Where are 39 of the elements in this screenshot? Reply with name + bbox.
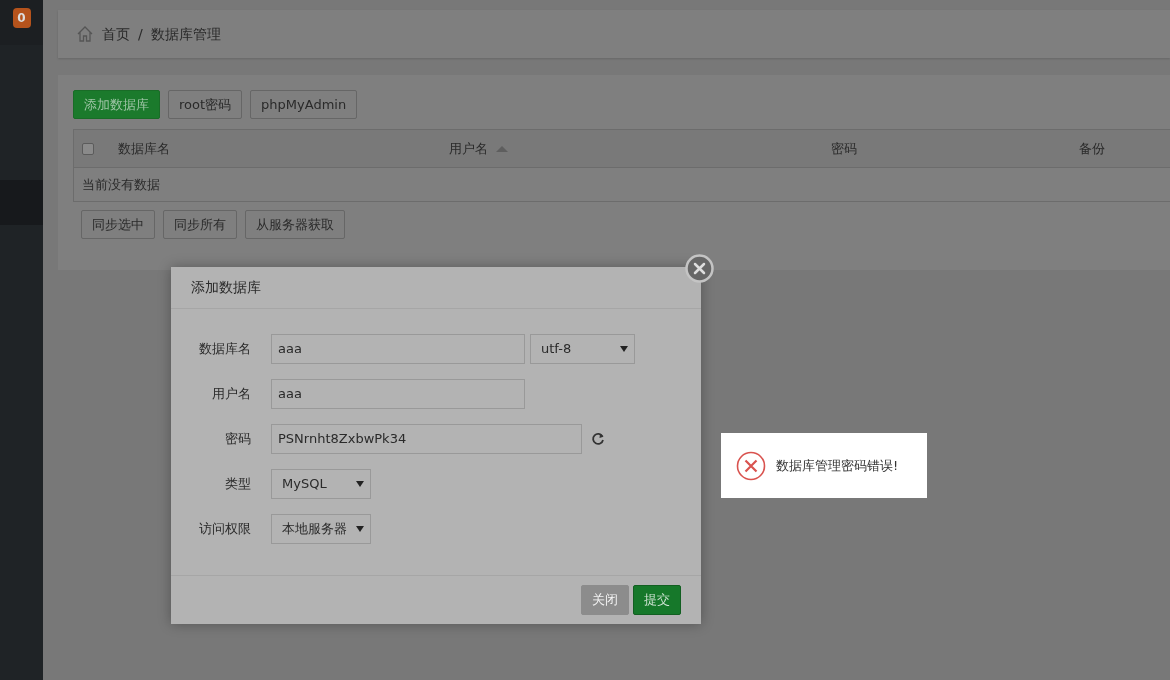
input-field[interactable]: aaa <box>271 379 525 409</box>
toast-message: 数据库管理密码错误! <box>776 456 899 475</box>
notification-badge: 0 <box>12 8 31 28</box>
toolbar-button[interactable]: root密码 <box>168 90 243 119</box>
column-header[interactable]: 数据库名 <box>118 138 170 159</box>
breadcrumb-separator: / <box>138 24 143 44</box>
input-field[interactable]: aaa <box>271 334 525 364</box>
dialog-title: 添加数据库 <box>191 278 261 297</box>
select-field[interactable]: 本地服务器 <box>271 514 371 544</box>
breadcrumb-current: 数据库管理 <box>150 24 221 44</box>
refresh-icon[interactable] <box>591 432 605 446</box>
table-action-button[interactable]: 同步选中 <box>81 210 155 239</box>
select-value: MySQL <box>281 475 327 494</box>
select-field[interactable]: MySQL <box>271 469 371 499</box>
field-label: 类型 <box>224 475 252 494</box>
field-label: 数据库名 <box>198 340 252 359</box>
dialog-button[interactable]: 提交 <box>633 585 681 615</box>
field-label: 访问权限 <box>198 520 252 539</box>
caret-icon <box>356 526 364 532</box>
input-field[interactable]: PSNrnht8ZxbwPk34 <box>271 424 582 454</box>
table-action-button[interactable]: 从服务器获取 <box>245 210 345 239</box>
field-label: 密码 <box>224 430 252 449</box>
breadcrumb-link[interactable]: 首页 <box>102 23 130 45</box>
sort-icon[interactable] <box>496 145 508 152</box>
caret-icon <box>356 481 364 487</box>
select-field[interactable]: utf-8 <box>530 334 635 364</box>
select-value: utf-8 <box>540 340 572 359</box>
column-header[interactable]: 用户名 <box>449 138 488 159</box>
field-label: 用户名 <box>211 385 252 404</box>
column-header[interactable]: 备份 <box>1079 138 1105 159</box>
select-all-checkbox[interactable] <box>82 142 94 155</box>
column-header[interactable]: 密码 <box>831 138 857 159</box>
table-action-button[interactable]: 同步所有 <box>163 210 237 239</box>
select-value: 本地服务器 <box>281 520 347 539</box>
caret-icon <box>620 346 628 352</box>
empty-message: 当前没有数据 <box>82 175 160 194</box>
toolbar-button[interactable]: 添加数据库 <box>73 90 160 119</box>
home-icon[interactable] <box>76 25 94 43</box>
toolbar-button[interactable]: phpMyAdmin <box>250 90 358 119</box>
